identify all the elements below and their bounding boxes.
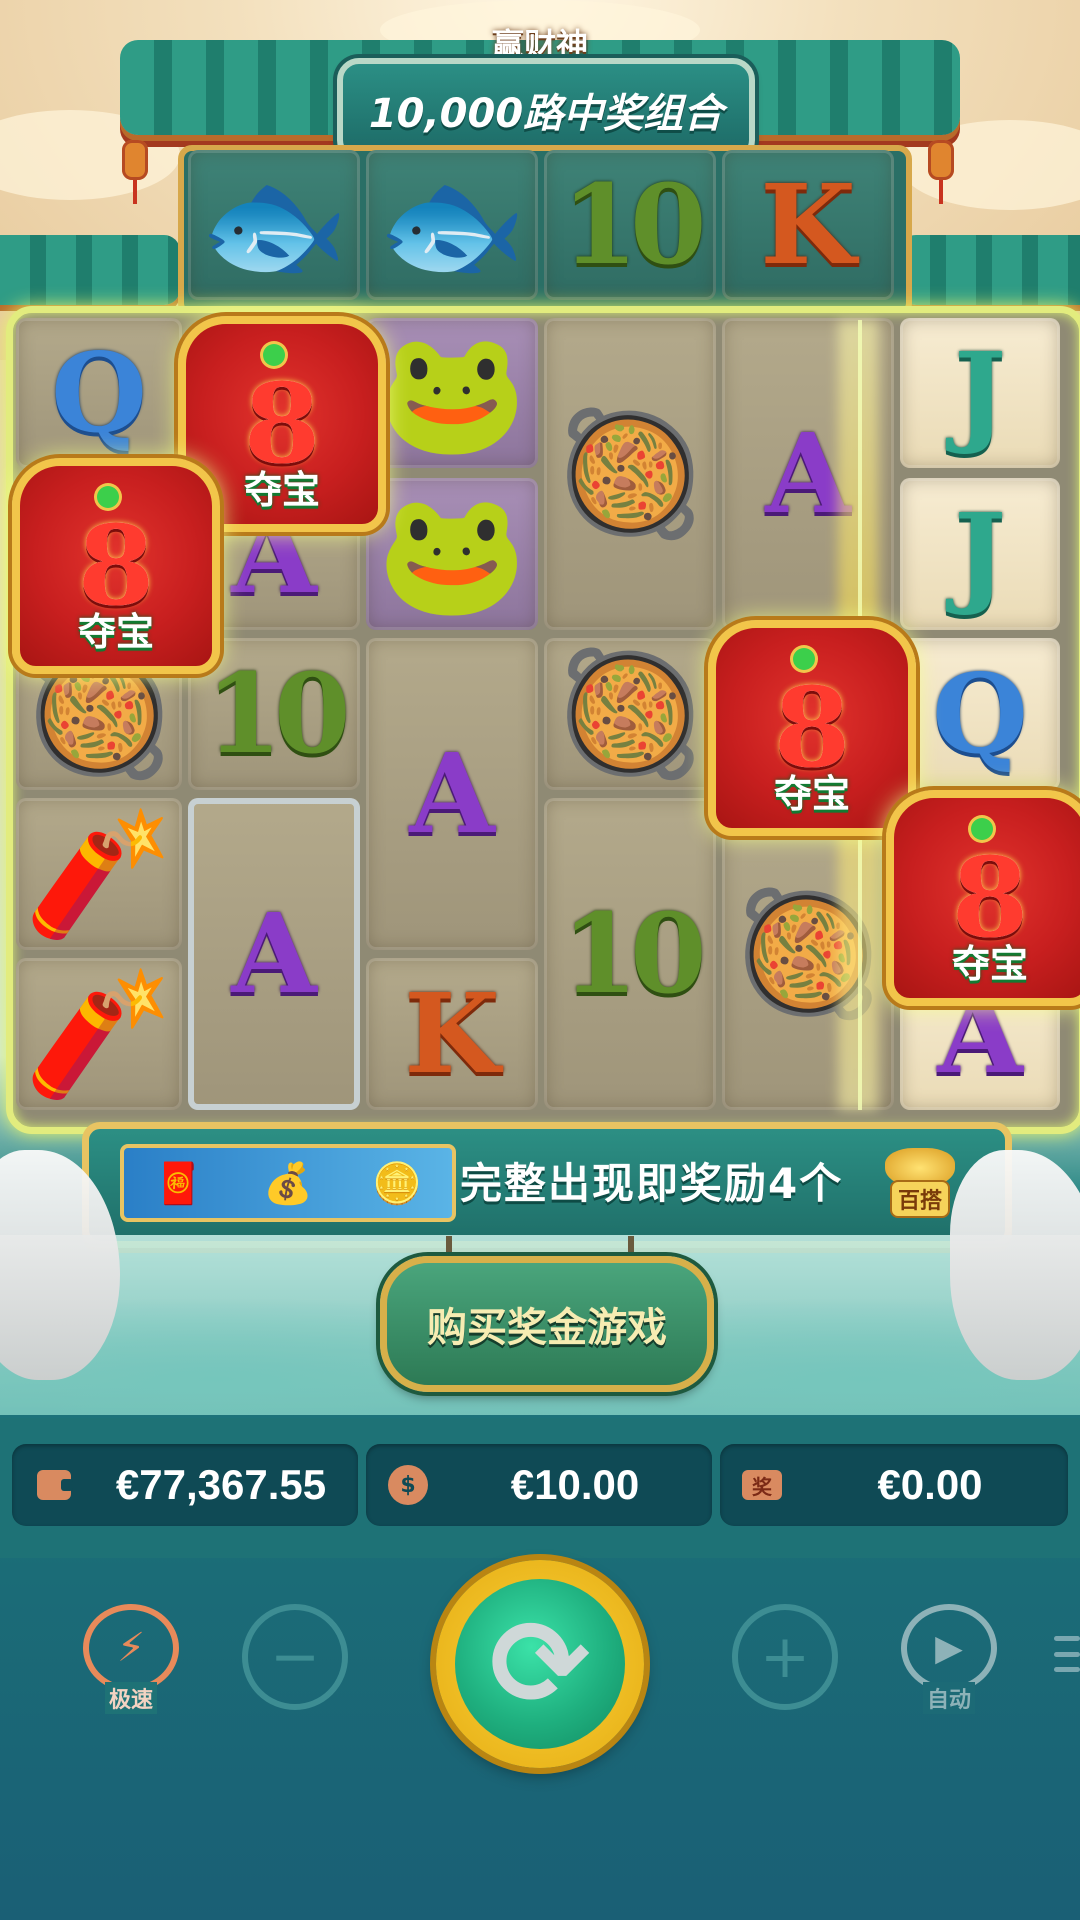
promo-text: 完整出现即奖励4个: [460, 1158, 844, 1208]
temple-roof-left: [0, 235, 180, 305]
symbol-ten: 10: [205, 649, 350, 778]
plus-icon: +: [732, 1604, 838, 1710]
scatter-symbol: 8 夺宝: [886, 790, 1080, 1006]
symbol-jack: J: [953, 328, 1007, 457]
reel-cell: Q: [900, 638, 1060, 790]
bet-value: €10.00: [510, 1461, 640, 1508]
wallet-icon: [37, 1470, 73, 1500]
reel-cell: 🧨: [16, 958, 182, 1110]
coins-icon: $: [388, 1465, 428, 1505]
top-cell-4: K: [722, 150, 894, 300]
top-cell-2: 🐟: [366, 150, 538, 300]
scatter-label: 夺宝: [77, 610, 154, 654]
reel-cell: J: [900, 318, 1060, 468]
reel-cell: 🥘: [544, 638, 716, 790]
reel-cell: 🐸: [366, 318, 538, 468]
gong-hat-icon: 🥘: [555, 403, 705, 544]
temple-roof-right: [900, 235, 1080, 305]
gem-icon: [793, 648, 815, 670]
caishen-icon: 🧧: [153, 1160, 204, 1207]
play-icon: ▶: [901, 1604, 997, 1692]
autoplay-button[interactable]: ▶ 自动: [900, 1604, 998, 1714]
top-cell-1: 🐟: [188, 150, 360, 300]
koi-fish-icon: 🐟: [377, 154, 527, 295]
spin-button[interactable]: ⟳: [436, 1560, 644, 1768]
gem-icon: [971, 818, 993, 840]
top-cell-3: 10: [544, 150, 716, 300]
lightning-icon: ⚡: [83, 1604, 179, 1692]
gold-ingot-icon: 百搭: [876, 1140, 964, 1218]
reel-cell: 🥘: [544, 318, 716, 630]
gem-icon: [97, 486, 119, 508]
win-display: 奖 €0.00: [720, 1444, 1068, 1526]
scatter-label: 夺宝: [773, 772, 850, 816]
gold-coins-icon: 🪙: [372, 1160, 423, 1207]
symbol-ten: 10: [561, 160, 706, 289]
reel-cell: 🐸: [366, 478, 538, 630]
symbol-queen: Q: [51, 328, 147, 457]
reel-cell: A: [188, 798, 360, 1110]
bet-plus-button[interactable]: +: [732, 1604, 838, 1710]
bet-minus-button[interactable]: −: [242, 1604, 348, 1710]
lantern-icon: [122, 140, 148, 204]
symbol-ten: 10: [561, 889, 706, 1018]
balance-display: €77,367.55: [12, 1444, 358, 1526]
firecracker-icon: 🧨: [24, 803, 174, 944]
carp-statue-right: [950, 1150, 1080, 1380]
caishen-picture: 🧧 💰 🪙: [120, 1144, 456, 1222]
scatter-label: 夺宝: [951, 942, 1028, 986]
bet-display: $ €10.00: [366, 1444, 712, 1526]
menu-icon[interactable]: [1054, 1636, 1080, 1672]
autoplay-label: 自动: [922, 1682, 975, 1714]
win-value: €0.00: [877, 1461, 983, 1508]
symbol-jack: J: [953, 489, 1007, 618]
symbol-ace: A: [409, 729, 495, 858]
gong-hat-icon: 🥘: [555, 643, 705, 784]
prize-icon: 奖: [742, 1470, 782, 1500]
scatter-symbol: 8 夺宝: [12, 458, 220, 674]
symbol-king: K: [404, 969, 500, 1098]
scatter-symbol: 8 夺宝: [708, 620, 916, 836]
golden-toad-icon: 🐸: [377, 483, 527, 624]
spin-arrows-icon: ⟳: [455, 1579, 625, 1749]
balance-value: €77,367.55: [115, 1461, 327, 1508]
reel-cell: 🧨: [16, 798, 182, 950]
reel-cell: K: [366, 958, 538, 1110]
reel-cell: J: [900, 478, 1060, 630]
ingot-label: 百搭: [889, 1180, 950, 1218]
symbol-king: K: [760, 160, 856, 289]
gold-coins-icon: 💰: [263, 1160, 313, 1207]
gem-icon: [263, 344, 285, 366]
symbol-ace: A: [231, 889, 317, 1018]
lantern-icon: [928, 140, 954, 204]
golden-toad-icon: 🐸: [377, 322, 527, 463]
turbo-label: 极速: [104, 1682, 157, 1714]
minus-icon: −: [242, 1604, 348, 1710]
koi-fish-icon: 🐟: [199, 154, 349, 295]
firecracker-icon: 🧨: [24, 963, 174, 1104]
buy-feature-button[interactable]: 购买奖金游戏: [380, 1256, 714, 1392]
reel-cell: Q: [16, 318, 182, 468]
turbo-button[interactable]: ⚡ 极速: [82, 1604, 180, 1714]
reel-cell: 10: [544, 798, 716, 1110]
symbol-queen: Q: [932, 649, 1028, 778]
reel-cell: A: [366, 638, 538, 950]
